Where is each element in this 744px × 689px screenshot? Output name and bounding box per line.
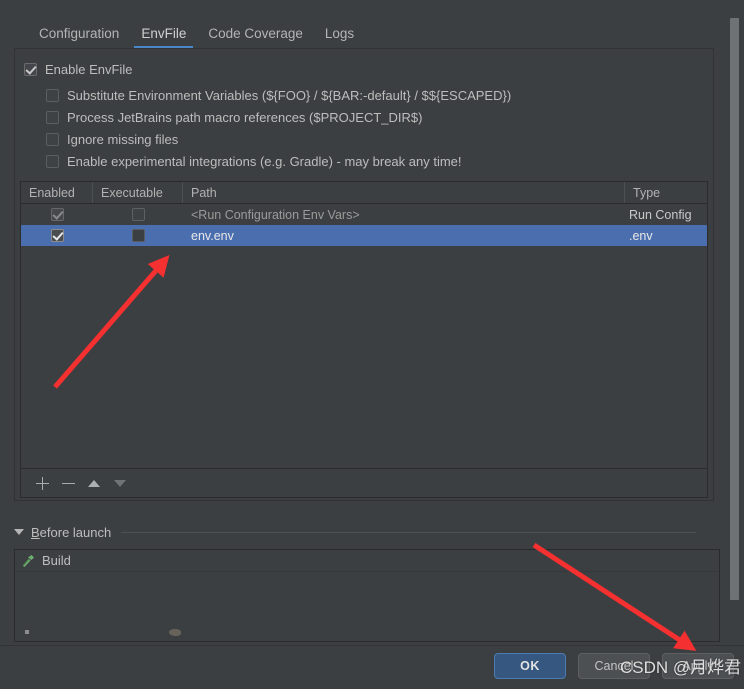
- hammer-icon: [21, 554, 35, 568]
- table-row[interactable]: <Run Configuration Env Vars> Run Config: [21, 204, 707, 225]
- ignore-missing-files-checkbox[interactable]: [46, 133, 59, 146]
- row-type-cell: Run Config: [629, 207, 692, 222]
- arrow-down-icon: [114, 479, 126, 487]
- experimental-integrations-checkbox[interactable]: [46, 155, 59, 168]
- list-item[interactable]: Build: [15, 550, 719, 572]
- ignore-missing-files-checkbox-row[interactable]: Ignore missing files: [46, 132, 178, 147]
- move-down-button: [109, 472, 131, 494]
- row-path-cell: <Run Configuration Env Vars>: [191, 207, 360, 222]
- run-debug-configurations-dialog: Configuration EnvFile Code Coverage Logs…: [0, 0, 744, 689]
- row-enabled-cell[interactable]: [21, 204, 93, 225]
- row-executable-checkbox[interactable]: [131, 208, 145, 221]
- remove-env-file-button[interactable]: [57, 472, 79, 494]
- column-header-executable[interactable]: Executable: [93, 182, 183, 203]
- vertical-scrollbar[interactable]: [729, 0, 740, 645]
- envfile-panel: Enable EnvFile Substitute Environment Va…: [14, 48, 714, 501]
- tab-logs[interactable]: Logs: [314, 26, 365, 49]
- tab-configuration-label: Configuration: [39, 26, 120, 41]
- process-path-macros-checkbox[interactable]: [46, 111, 59, 124]
- ignore-missing-files-label: Ignore missing files: [67, 132, 179, 147]
- tab-logs-label: Logs: [324, 26, 355, 41]
- tab-configuration[interactable]: Configuration: [28, 26, 130, 49]
- substitute-env-vars-checkbox[interactable]: [46, 89, 59, 102]
- minus-icon: [61, 477, 75, 490]
- table-row[interactable]: env.env .env: [21, 225, 707, 246]
- column-header-path[interactable]: Path: [183, 182, 625, 203]
- env-files-toolbar: [20, 469, 708, 498]
- ok-button[interactable]: OK: [494, 653, 566, 679]
- before-launch-header[interactable]: Before launch: [14, 523, 720, 541]
- chevron-down-icon[interactable]: [14, 529, 24, 535]
- process-path-macros-checkbox-row[interactable]: Process JetBrains path macro references …: [46, 110, 422, 125]
- bullet-icon: [25, 630, 29, 634]
- before-launch-divider: [121, 531, 696, 533]
- tab-code-coverage[interactable]: Code Coverage: [197, 26, 314, 49]
- table-header-row: Enabled Executable Path Type: [21, 182, 707, 204]
- row-executable-cell[interactable]: [93, 204, 183, 225]
- substitute-env-vars-label: Substitute Environment Variables (${FOO}…: [67, 88, 512, 103]
- enable-envfile-checkbox-row[interactable]: Enable EnvFile: [24, 62, 132, 77]
- experimental-integrations-checkbox-row[interactable]: Enable experimental integrations (e.g. G…: [46, 154, 462, 169]
- column-header-type[interactable]: Type: [625, 182, 707, 203]
- tab-envfile[interactable]: EnvFile: [130, 26, 197, 49]
- scrollbar-thumb[interactable]: [730, 18, 739, 600]
- row-enabled-cell[interactable]: [21, 225, 93, 246]
- tab-bar: Configuration EnvFile Code Coverage Logs: [0, 18, 714, 49]
- column-header-enabled[interactable]: Enabled: [21, 182, 93, 203]
- move-up-button[interactable]: [83, 472, 105, 494]
- before-launch-list[interactable]: Build: [14, 549, 720, 642]
- plus-icon: [35, 476, 49, 490]
- before-launch-title: Before launch: [31, 525, 111, 540]
- row-path-cell: env.env: [191, 228, 234, 243]
- before-launch-mnemonic: B: [31, 524, 40, 540]
- row-enabled-checkbox[interactable]: [50, 229, 64, 242]
- substitute-env-vars-checkbox-row[interactable]: Substitute Environment Variables (${FOO}…: [46, 88, 511, 103]
- arrow-up-icon: [88, 479, 100, 487]
- row-executable-cell[interactable]: [93, 225, 183, 246]
- row-type-cell: .env: [629, 228, 653, 243]
- add-env-file-button[interactable]: [31, 472, 53, 494]
- csdn-watermark: CSDN @月烨君: [620, 658, 742, 677]
- enable-envfile-checkbox[interactable]: [24, 63, 37, 76]
- process-path-macros-label: Process JetBrains path macro references …: [67, 110, 423, 125]
- row-enabled-checkbox[interactable]: [50, 208, 64, 221]
- before-launch-title-rest: efore launch: [39, 524, 112, 540]
- experimental-integrations-label: Enable experimental integrations (e.g. G…: [67, 154, 462, 169]
- tab-code-coverage-label: Code Coverage: [208, 26, 303, 41]
- tab-envfile-label: EnvFile: [141, 26, 187, 41]
- enable-envfile-label: Enable EnvFile: [45, 62, 133, 77]
- list-item-label: Build: [42, 553, 71, 568]
- row-executable-checkbox[interactable]: [131, 229, 145, 242]
- env-files-table[interactable]: Enabled Executable Path Type <Run Config…: [20, 181, 708, 469]
- before-launch-secondary-row[interactable]: [15, 621, 719, 641]
- partial-icon: [169, 628, 181, 636]
